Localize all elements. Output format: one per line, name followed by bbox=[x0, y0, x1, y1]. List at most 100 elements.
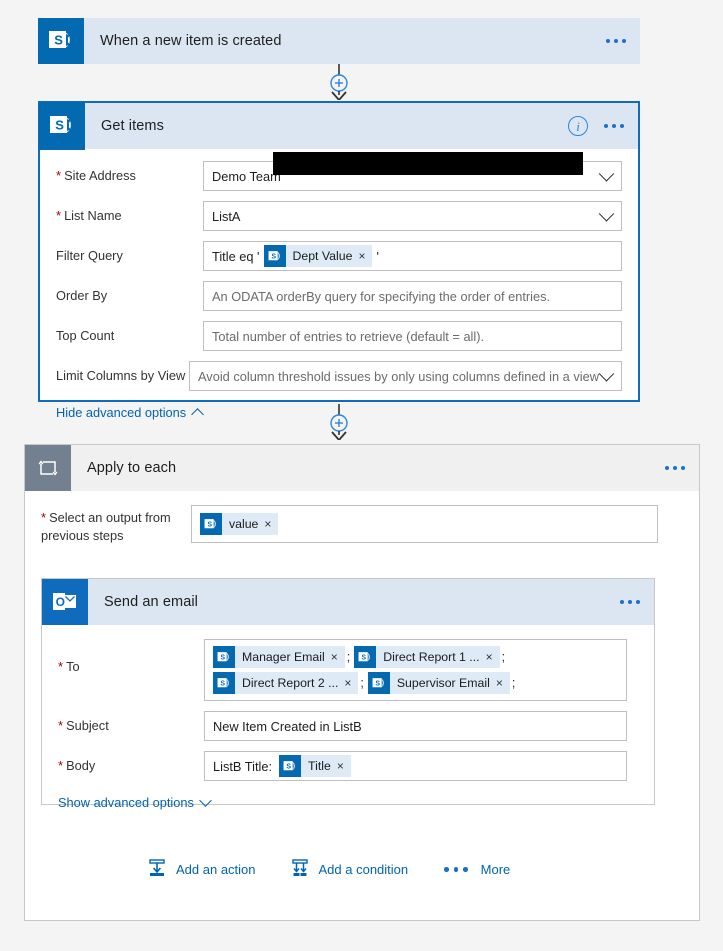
svg-text:S: S bbox=[375, 680, 380, 687]
chevron-down-icon[interactable] bbox=[598, 166, 615, 182]
more-options-icon[interactable] bbox=[604, 35, 628, 47]
more-options-icon[interactable] bbox=[602, 120, 626, 132]
token-remove-icon[interactable]: × bbox=[344, 676, 358, 690]
send-email-header-actions bbox=[618, 596, 642, 608]
field-label-order-by: Order By bbox=[56, 288, 108, 303]
dynamic-token-title[interactable]: S Title × bbox=[279, 755, 351, 777]
svg-text:S: S bbox=[55, 118, 64, 133]
apply-to-each-header[interactable]: Apply to each bbox=[25, 445, 699, 491]
sharepoint-icon: S bbox=[367, 672, 390, 694]
dynamic-token-value[interactable]: S value × bbox=[200, 513, 279, 535]
add-an-action-button[interactable]: Add an action bbox=[147, 858, 256, 881]
add-a-condition-button[interactable]: Add a condition bbox=[290, 858, 408, 881]
token-remove-icon[interactable]: × bbox=[496, 676, 510, 690]
to-input[interactable]: S Manager Email × ; S Direct Report 1 ..… bbox=[204, 639, 627, 701]
send-email-card[interactable]: O Send an email To S bbox=[41, 578, 655, 810]
token-label: Title bbox=[308, 759, 331, 773]
trigger-card-header[interactable]: S When a new item is created bbox=[38, 18, 640, 64]
dynamic-token-direct-report-2[interactable]: S Direct Report 2 ... × bbox=[213, 672, 359, 694]
trigger-card[interactable]: S When a new item is created bbox=[38, 18, 640, 64]
top-count-input[interactable]: Total number of entries to retrieve (def… bbox=[203, 321, 622, 351]
dynamic-token-manager-email[interactable]: S Manager Email × bbox=[213, 646, 345, 668]
field-row-limit-columns: Limit Columns by View Avoid column thres… bbox=[56, 361, 622, 391]
svg-text:S: S bbox=[286, 763, 291, 770]
field-row-top-count: Top Count Total number of entries to ret… bbox=[56, 321, 622, 351]
loop-icon bbox=[25, 445, 71, 491]
sharepoint-icon: S bbox=[354, 646, 377, 668]
filter-query-input[interactable]: Title eq ' S Dept Value × ' bbox=[203, 241, 622, 271]
token-separator: ; bbox=[346, 650, 351, 664]
add-condition-icon bbox=[290, 858, 310, 881]
flow-action-bar: Add an action Add a condition More bbox=[147, 858, 510, 881]
apply-to-each-body: Select an output from previous steps S v… bbox=[25, 491, 699, 544]
trigger-title: When a new item is created bbox=[100, 33, 282, 49]
chevron-down-icon[interactable] bbox=[598, 366, 615, 382]
dynamic-token-dept-value[interactable]: S Dept Value × bbox=[263, 245, 373, 267]
dynamic-token-direct-report-1[interactable]: S Direct Report 1 ... × bbox=[354, 646, 500, 668]
limit-columns-input[interactable]: Avoid column threshold issues by only us… bbox=[189, 361, 622, 391]
sharepoint-icon: S bbox=[213, 646, 235, 668]
token-remove-icon[interactable]: × bbox=[331, 650, 345, 664]
get-items-title: Get items bbox=[101, 118, 164, 134]
add-action-icon bbox=[147, 858, 167, 881]
field-row-to: To S Manager Email × ; S bbox=[58, 639, 638, 701]
field-row-list-name: List Name ListA bbox=[56, 201, 622, 231]
field-row-body: Body ListB Title: S Title × bbox=[58, 751, 638, 781]
token-label: value bbox=[229, 517, 259, 531]
subject-input[interactable]: New Item Created in ListB bbox=[204, 711, 627, 741]
get-items-card-header[interactable]: S Get items i bbox=[39, 102, 638, 150]
sharepoint-icon: S bbox=[263, 245, 286, 267]
list-name-input[interactable]: ListA bbox=[203, 201, 622, 231]
body-input[interactable]: ListB Title: S Title × bbox=[204, 751, 627, 781]
svg-text:S: S bbox=[220, 680, 225, 687]
show-advanced-options-link[interactable]: Show advanced options bbox=[58, 794, 212, 810]
token-remove-icon[interactable]: × bbox=[264, 517, 278, 531]
svg-text:S: S bbox=[207, 521, 212, 528]
flow-designer-canvas: S When a new item is created S Get items… bbox=[0, 0, 723, 951]
send-email-header[interactable]: O Send an email bbox=[42, 579, 654, 625]
token-label: Manager Email bbox=[242, 650, 325, 664]
show-advanced-options-label: Show advanced options bbox=[58, 795, 194, 810]
filter-query-suffix: ' bbox=[376, 248, 379, 264]
field-row-filter-query: Filter Query Title eq ' S Dept Value × ' bbox=[56, 241, 622, 271]
token-label: Dept Value bbox=[292, 249, 353, 263]
more-options-icon[interactable] bbox=[618, 596, 642, 608]
more-button[interactable]: More bbox=[442, 862, 510, 877]
get-items-body: Site Address Demo Team List Name ListA F… bbox=[40, 149, 638, 436]
token-label: Supervisor Email bbox=[396, 676, 490, 690]
chevron-down-icon[interactable] bbox=[598, 206, 615, 222]
subject-value: New Item Created in ListB bbox=[213, 718, 362, 734]
svg-text:S: S bbox=[54, 33, 63, 48]
get-items-card[interactable]: S Get items i Site Address Demo Team bbox=[38, 101, 640, 421]
get-items-header-actions: i bbox=[568, 116, 626, 136]
more-dots-icon bbox=[442, 863, 470, 876]
token-remove-icon[interactable]: × bbox=[337, 759, 351, 773]
token-label: Direct Report 1 ... bbox=[383, 650, 480, 664]
order-by-input[interactable]: An ODATA orderBy query for specifying th… bbox=[203, 281, 622, 311]
svg-text:S: S bbox=[271, 253, 276, 260]
sharepoint-icon: S bbox=[39, 102, 85, 150]
redacted-site-url bbox=[273, 152, 583, 175]
add-an-action-label: Add an action bbox=[176, 862, 256, 877]
field-label-limit-columns: Limit Columns by View bbox=[56, 368, 186, 383]
token-remove-icon[interactable]: × bbox=[486, 650, 500, 664]
field-label-site-address: Site Address bbox=[56, 161, 203, 183]
token-remove-icon[interactable]: × bbox=[358, 249, 372, 263]
connector-trigger-to-getitems bbox=[0, 64, 723, 100]
field-row-select-output: Select an output from previous steps S v… bbox=[41, 505, 683, 544]
apply-to-each-card[interactable]: Apply to each Select an output from prev… bbox=[24, 444, 700, 921]
info-icon[interactable]: i bbox=[568, 116, 588, 136]
field-label-top-count: Top Count bbox=[56, 328, 115, 343]
site-address-value: Demo Team bbox=[212, 168, 281, 184]
top-count-placeholder: Total number of entries to retrieve (def… bbox=[212, 328, 485, 344]
field-label-to: To bbox=[58, 639, 204, 674]
select-output-input[interactable]: S value × bbox=[191, 505, 658, 543]
dynamic-token-supervisor-email[interactable]: S Supervisor Email × bbox=[367, 672, 510, 694]
more-options-icon[interactable] bbox=[663, 462, 687, 474]
svg-text:S: S bbox=[362, 654, 367, 661]
sharepoint-icon: S bbox=[38, 18, 84, 64]
svg-text:S: S bbox=[220, 654, 225, 661]
order-by-placeholder: An ODATA orderBy query for specifying th… bbox=[212, 288, 551, 304]
limit-columns-placeholder: Avoid column threshold issues by only us… bbox=[198, 368, 599, 384]
token-label: Direct Report 2 ... bbox=[242, 676, 339, 690]
